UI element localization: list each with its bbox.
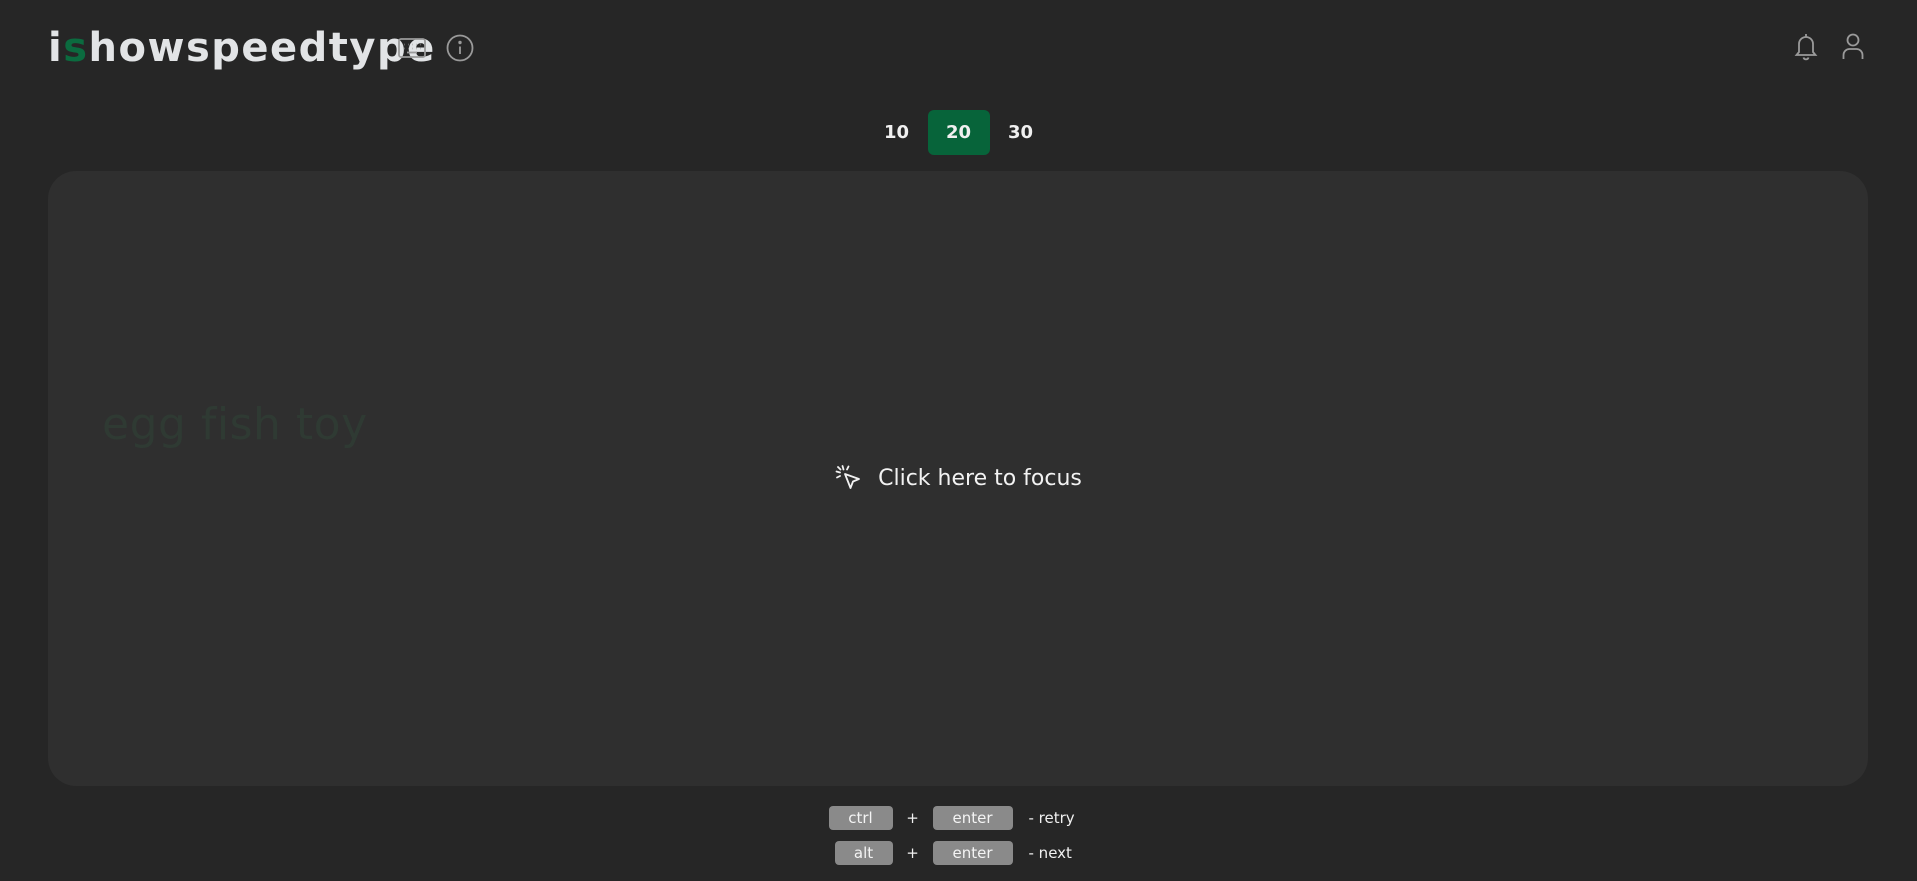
logo-prefix: i (48, 25, 64, 71)
key-alt: alt (834, 841, 893, 865)
focus-prompt[interactable]: Click here to focus (48, 463, 1868, 493)
blurred-test-words: egg fish toy (102, 399, 368, 450)
key-ctrl: ctrl (828, 806, 893, 830)
word-count-option-20[interactable]: 20 (927, 110, 990, 155)
bell-icon[interactable] (1790, 30, 1822, 62)
shortcut-next: alt + enter - next (0, 841, 1917, 865)
focus-prompt-label: Click here to focus (878, 465, 1082, 491)
shortcut-retry-label: - retry (1028, 809, 1075, 827)
plus-sign: + (906, 809, 919, 827)
plus-sign: + (906, 844, 919, 862)
cursor-click-icon (835, 465, 861, 489)
word-count-option-30[interactable]: 30 (990, 110, 1052, 155)
key-enter: enter (932, 806, 1013, 830)
word-count-selector: 10 20 30 (0, 110, 1917, 155)
logo-accent-letter: s (63, 25, 89, 71)
info-icon[interactable] (444, 32, 476, 64)
user-icon[interactable] (1837, 30, 1869, 62)
site-logo[interactable]: ishowspeedtype (48, 20, 436, 76)
shortcut-next-label: - next (1028, 844, 1072, 862)
shortcut-retry: ctrl + enter - retry (0, 806, 1917, 830)
app-page: ishowspeedtype 10 20 30 egg fish toy Cli… (0, 0, 1917, 881)
word-count-option-10[interactable]: 10 (866, 110, 928, 155)
logo-rest: howspeedtype (88, 25, 436, 71)
key-enter: enter (932, 841, 1013, 865)
typing-area[interactable]: egg fish toy Click here to focus (48, 171, 1868, 786)
keyboard-icon[interactable] (396, 32, 428, 64)
